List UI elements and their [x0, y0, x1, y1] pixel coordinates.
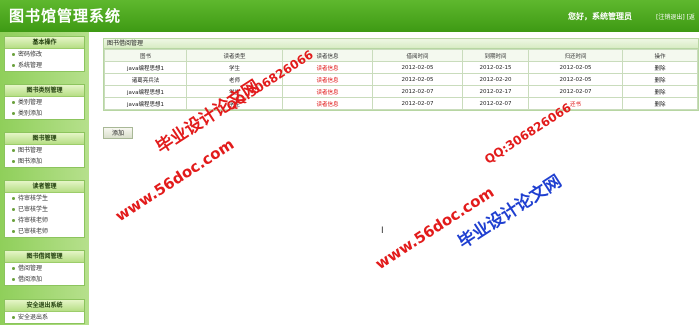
- add-button[interactable]: 添加: [103, 127, 133, 139]
- sidebar-item-borrow-manage[interactable]: 借阅管理: [5, 263, 84, 274]
- reader-info-link[interactable]: 读者信息: [282, 73, 373, 86]
- reader-info-link[interactable]: 读者信息: [282, 97, 373, 110]
- borrow-table: 图书 读者类型 读者信息 借阅时间 到期时间 归还时间 操作 java编程思想1…: [104, 49, 698, 110]
- table-row: 诸葛亮兵法 老师 读者信息 2012-02-05 2012-02-20 2012…: [104, 73, 698, 86]
- column-header: 操作: [622, 49, 698, 62]
- bullet-icon: [12, 219, 15, 222]
- column-header: 读者类型: [186, 49, 283, 62]
- sidebar-group-title[interactable]: 基本操作: [5, 37, 84, 49]
- delete-link[interactable]: 删除: [622, 85, 698, 98]
- sidebar-group-borrow: 图书借阅管理 借阅管理 借阅添加: [4, 250, 85, 286]
- sidebar-item-book-manage[interactable]: 图书管理: [5, 145, 84, 156]
- borrow-date-cell: 2012-02-07: [372, 85, 463, 98]
- borrow-date-cell: 2012-02-07: [372, 97, 463, 110]
- table-row: java编程思想1 学生 读者信息 2012-02-05 2012-02-15 …: [104, 61, 698, 74]
- app-header: 图书馆管理系统 您好，系统管理员 [注销退出] [返: [0, 0, 699, 32]
- sidebar-group-books: 图书管理 图书管理 图书添加: [4, 132, 85, 168]
- delete-link[interactable]: 删除: [622, 97, 698, 110]
- column-header: 到期时间: [462, 49, 529, 62]
- sidebar-group-title[interactable]: 读者管理: [5, 181, 84, 193]
- book-cell: 诸葛亮兵法: [104, 73, 187, 86]
- return-date-cell: 2012-02-05: [528, 61, 623, 74]
- sidebar-item-category-add[interactable]: 类别添加: [5, 108, 84, 119]
- due-date-cell: 2012-02-17: [462, 85, 529, 98]
- return-book-link[interactable]: 还书: [528, 97, 623, 110]
- sidebar-item-approved-teachers[interactable]: 已审核老师: [5, 226, 84, 237]
- sidebar-item-book-add[interactable]: 图书添加: [5, 156, 84, 167]
- sidebar-group-category: 图书类别管理 类别管理 类别添加: [4, 84, 85, 120]
- column-header: 借阅时间: [372, 49, 463, 62]
- sidebar-group-title[interactable]: 图书借阅管理: [5, 251, 84, 263]
- logout-link[interactable]: [注销退出] [返: [656, 12, 695, 21]
- sidebar: 基本操作 密码修改 系统管理 图书类别管理 类别管理 类别添加 图书管理 图书管…: [0, 32, 89, 325]
- table-header-row: 图书 读者类型 读者信息 借阅时间 到期时间 归还时间 操作: [104, 49, 698, 62]
- bullet-icon: [12, 316, 15, 319]
- user-greeting: 您好，系统管理员: [568, 12, 632, 21]
- due-date-cell: 2012-02-07: [462, 97, 529, 110]
- delete-link[interactable]: 删除: [622, 61, 698, 74]
- bullet-icon: [12, 112, 15, 115]
- text-cursor-icon: I: [381, 226, 384, 236]
- bullet-icon: [12, 208, 15, 211]
- sidebar-item-password[interactable]: 密码修改: [5, 49, 84, 60]
- book-cell: java编程思想1: [104, 97, 187, 110]
- sidebar-group-readers: 读者管理 待审核学生 已审核学生 待审核老师 已审核老师: [4, 180, 85, 238]
- bullet-icon: [12, 149, 15, 152]
- borrow-panel: 图书借阅管理 图书 读者类型 读者信息 借阅时间 到期时间 归还时间 操作 ja…: [103, 38, 699, 111]
- sidebar-item-borrow-add[interactable]: 借阅添加: [5, 274, 84, 285]
- sidebar-item-pending-teachers[interactable]: 待审核老师: [5, 215, 84, 226]
- due-date-cell: 2012-02-15: [462, 61, 529, 74]
- return-date-cell: 2012-02-05: [528, 73, 623, 86]
- sidebar-group-title[interactable]: 安全退出系统: [5, 300, 84, 312]
- bullet-icon: [12, 278, 15, 281]
- book-cell: java编程思想1: [104, 85, 187, 98]
- app-title: 图书馆管理系统: [9, 7, 122, 25]
- sidebar-group-basic: 基本操作 密码修改 系统管理: [4, 36, 85, 72]
- sidebar-group-title[interactable]: 图书管理: [5, 133, 84, 145]
- return-date-cell: 2012-02-07: [528, 85, 623, 98]
- panel-title: 图书借阅管理: [104, 39, 698, 49]
- sidebar-item-category-manage[interactable]: 类别管理: [5, 97, 84, 108]
- bullet-icon: [12, 101, 15, 104]
- column-header: 归还时间: [528, 49, 623, 62]
- borrow-date-cell: 2012-02-05: [372, 61, 463, 74]
- sidebar-item-pending-students[interactable]: 待审核学生: [5, 193, 84, 204]
- bullet-icon: [12, 53, 15, 56]
- delete-link[interactable]: 删除: [622, 73, 698, 86]
- table-row: java编程思想1 学生 读者信息 2012-02-07 2012-02-17 …: [104, 85, 698, 98]
- sidebar-item-safe-exit[interactable]: 安全退出系: [5, 312, 84, 323]
- reader-info-link[interactable]: 读者信息: [282, 85, 373, 98]
- sidebar-item-system[interactable]: 系统管理: [5, 60, 84, 71]
- reader-type-cell: 学生: [186, 61, 283, 74]
- bullet-icon: [12, 230, 15, 233]
- bullet-icon: [12, 160, 15, 163]
- book-cell: java编程思想1: [104, 61, 187, 74]
- bullet-icon: [12, 267, 15, 270]
- sidebar-item-approved-students[interactable]: 已审核学生: [5, 204, 84, 215]
- due-date-cell: 2012-02-20: [462, 73, 529, 86]
- bullet-icon: [12, 64, 15, 67]
- borrow-date-cell: 2012-02-05: [372, 73, 463, 86]
- sidebar-group-logout: 安全退出系统 安全退出系: [4, 299, 85, 324]
- sidebar-group-title[interactable]: 图书类别管理: [5, 85, 84, 97]
- bullet-icon: [12, 197, 15, 200]
- column-header: 图书: [104, 49, 187, 62]
